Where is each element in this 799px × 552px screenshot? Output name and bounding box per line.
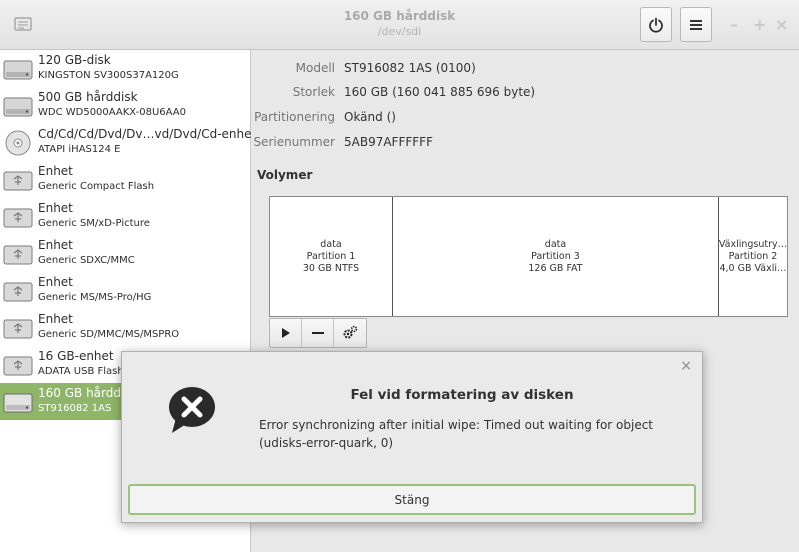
error-speech-bubble-icon	[169, 387, 215, 433]
drive-name: Enhet	[38, 201, 73, 215]
drive-model: Generic SD/MMC/MS/MSPRO	[38, 329, 180, 340]
drive-item[interactable]: 120 GB-disk KINGSTON SV300S37A120G	[0, 50, 250, 87]
usb-drive-icon	[3, 282, 33, 302]
drive-item[interactable]: Cd/Cd/Cd/Dvd/Dv…vd/Dvd/Cd-enhet ATAPI iH…	[0, 124, 256, 161]
drive-name: 120 GB-disk	[38, 53, 111, 67]
partition-size: 126 GB FAT	[528, 262, 583, 274]
drive-name: Enhet	[38, 164, 73, 178]
usb-drive-icon	[3, 245, 33, 265]
mount-button[interactable]	[270, 319, 302, 347]
drive-model: ADATA USB Flash	[38, 366, 124, 377]
drive-model: ST916082 1AS	[38, 403, 112, 414]
drive-name: Enhet	[38, 238, 73, 252]
drive-name: 16 GB-enhet	[38, 349, 114, 363]
usb-drive-icon	[3, 319, 33, 339]
drive-item[interactable]: Enhet Generic Compact Flash	[0, 161, 250, 198]
partition-1[interactable]: data Partition 1 30 GB NTFS	[270, 197, 393, 316]
volumes-heading: Volymer	[257, 168, 313, 182]
partition-number: Partition 3	[531, 250, 580, 262]
maximize-button[interactable]: +	[753, 15, 766, 34]
minimize-button[interactable]: –	[730, 15, 738, 34]
power-off-button[interactable]	[640, 7, 672, 42]
close-window-button[interactable]: ×	[775, 15, 788, 34]
dialog-close-button[interactable]: ×	[680, 358, 692, 374]
serial-label: Serienummer	[253, 135, 335, 149]
drive-model: Generic SM/xD-Picture	[38, 218, 150, 229]
gears-icon	[343, 325, 358, 339]
drive-model: Generic SDXC/MMC	[38, 255, 135, 266]
drive-name: 500 GB hårddisk	[38, 90, 138, 104]
usb-drive-icon	[3, 356, 33, 376]
partition-size: 4,0 GB Växli…	[719, 262, 787, 274]
drive-model: WDC WD5000AAKX-08U6AA0	[38, 107, 186, 118]
partitioning-value: Okänd ()	[344, 110, 396, 124]
drive-item[interactable]: 500 GB hårddisk WDC WD5000AAKX-08U6AA0	[0, 87, 250, 124]
partition-2[interactable]: Växlingsutry… Partition 2 4,0 GB Växli…	[719, 197, 787, 316]
header-bar: 160 GB hårddisk /dev/sdi – + ×	[0, 0, 799, 50]
drive-name: Enhet	[38, 312, 73, 326]
dialog-message: Error synchronizing after initial wipe: …	[259, 418, 654, 450]
hamburger-menu-icon	[690, 19, 702, 30]
volume-map: data Partition 1 30 GB NTFS data Partiti…	[269, 196, 788, 317]
close-dialog-button[interactable]: Stäng	[128, 484, 696, 515]
play-icon	[281, 328, 290, 338]
model-label: Modell	[295, 61, 335, 75]
model-value: ST916082 1AS (0100)	[344, 61, 476, 75]
drive-name: Enhet	[38, 275, 73, 289]
drive-model: Generic MS/MS-Pro/HG	[38, 292, 152, 303]
partition-label: data	[544, 238, 567, 250]
usb-drive-icon	[3, 208, 33, 228]
partitioning-label: Partitionering	[254, 110, 335, 124]
drive-model: Generic Compact Flash	[38, 181, 155, 192]
drive-model: ATAPI iHAS124 E	[38, 144, 121, 155]
partition-size: 30 GB NTFS	[302, 262, 360, 274]
hard-disk-icon	[3, 60, 33, 80]
volume-toolbar	[269, 318, 367, 348]
size-label: Storlek	[292, 85, 335, 99]
usb-drive-icon	[3, 171, 33, 191]
partition-label: data	[320, 238, 342, 250]
drive-options-menu-button[interactable]	[680, 7, 712, 42]
optical-disc-icon	[5, 130, 31, 156]
hard-disk-icon	[3, 97, 33, 117]
partition-number: Partition 2	[728, 250, 778, 262]
drive-item[interactable]: Enhet Generic SDXC/MMC	[0, 235, 250, 272]
partition-settings-button[interactable]	[334, 319, 366, 347]
hard-disk-icon	[3, 393, 33, 413]
minus-icon	[311, 332, 324, 334]
partition-label: Växlingsutry…	[719, 238, 787, 250]
partition-3[interactable]: data Partition 3 126 GB FAT	[393, 197, 719, 316]
drive-item[interactable]: Enhet Generic SM/xD-Picture	[0, 198, 250, 235]
partition-number: Partition 1	[306, 250, 356, 262]
error-dialog: × Fel vid formatering av disken Error sy…	[121, 351, 703, 523]
serial-value: 5AB97AFFFFFF	[344, 135, 433, 149]
dialog-title: Fel vid formatering av disken	[350, 387, 574, 403]
drive-name: Cd/Cd/Cd/Dvd/Dv…vd/Dvd/Cd-enhet	[38, 127, 257, 141]
size-value: 160 GB (160 041 885 696 byte)	[344, 85, 536, 99]
power-icon	[649, 17, 663, 33]
drive-model: KINGSTON SV300S37A120G	[38, 70, 179, 81]
drive-item[interactable]: Enhet Generic SD/MMC/MS/MSPRO	[0, 309, 250, 346]
delete-partition-button[interactable]	[302, 319, 334, 347]
drive-item[interactable]: Enhet Generic MS/MS-Pro/HG	[0, 272, 250, 309]
